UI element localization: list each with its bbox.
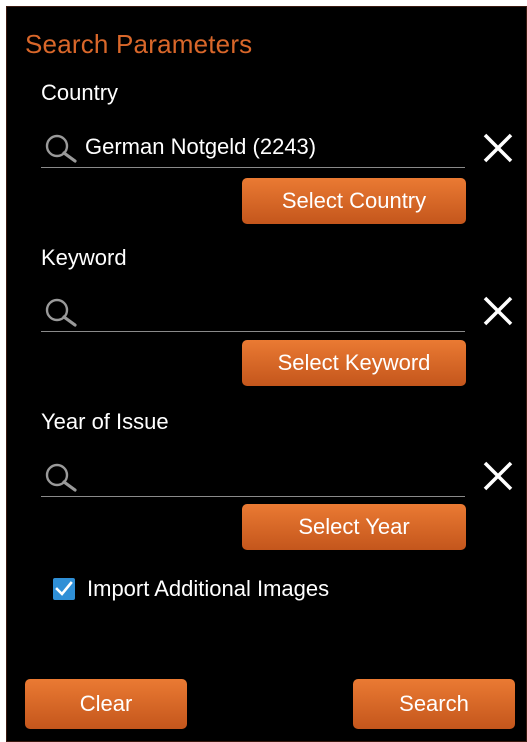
- import-images-label: Import Additional Images: [87, 576, 330, 601]
- keyword-label: Keyword: [41, 245, 127, 270]
- search-icon: [45, 134, 77, 163]
- select-keyword-button[interactable]: Select Keyword: [242, 340, 466, 386]
- keyword-field[interactable]: [41, 291, 465, 332]
- search-icon: [45, 298, 77, 327]
- clear-keyword-icon[interactable]: [481, 294, 515, 328]
- clear-country-icon[interactable]: [481, 131, 515, 165]
- country-label: Country: [41, 80, 119, 105]
- search-button[interactable]: Search: [353, 679, 515, 729]
- search-icon: [45, 463, 77, 492]
- year-label: Year of Issue: [41, 409, 169, 434]
- clear-button[interactable]: Clear: [25, 679, 187, 729]
- country-field[interactable]: German Notgeld (2243): [41, 127, 465, 168]
- import-images-checkbox[interactable]: [53, 578, 75, 600]
- country-value: German Notgeld (2243): [85, 134, 317, 159]
- search-parameters-dialog: Search Parameters Country German Notgeld…: [6, 6, 527, 742]
- checkmark-icon: [55, 581, 73, 596]
- clear-year-icon[interactable]: [481, 459, 515, 493]
- select-country-button[interactable]: Select Country: [242, 178, 466, 224]
- select-year-button[interactable]: Select Year: [242, 504, 466, 550]
- import-images-option[interactable]: Import Additional Images: [53, 573, 329, 605]
- year-field[interactable]: [41, 456, 465, 497]
- dialog-title: Search Parameters: [25, 29, 253, 59]
